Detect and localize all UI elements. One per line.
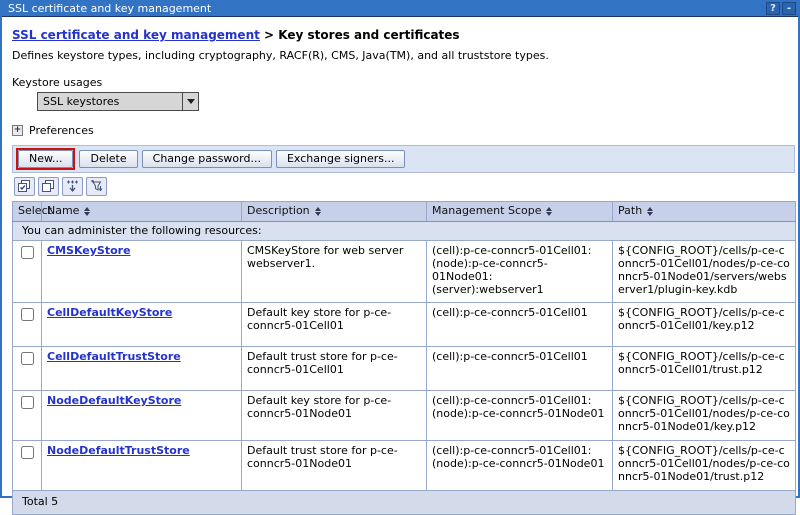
sort-icon[interactable] [546, 207, 552, 216]
row-select-cell [13, 303, 42, 347]
management-scope-cell: (cell):p-ce-conncr5-01Cell01 [427, 303, 613, 347]
keystore-name-cell: NodeDefaultKeyStore [42, 391, 242, 441]
row-select-checkbox[interactable] [21, 246, 34, 259]
exchange-signers-button[interactable]: Exchange signers... [276, 150, 406, 168]
management-scope-cell: (cell):p-ce-conncr5-01Cell01 [427, 347, 613, 391]
keystore-link[interactable]: CMSKeyStore [47, 244, 131, 257]
sort-icon[interactable] [84, 207, 90, 216]
table-row: CMSKeyStore CMSKeyStore for web server we… [13, 241, 796, 303]
preferences-label: Preferences [29, 124, 94, 137]
management-scope-cell: (cell):p-ce-conncr5-01Cell01: (node):p-c… [427, 441, 613, 491]
delete-button[interactable]: Delete [79, 150, 137, 168]
breadcrumb-current: Key stores and certificates [278, 28, 459, 42]
change-password-button[interactable]: Change password... [142, 150, 272, 168]
row-select-checkbox[interactable] [21, 396, 34, 409]
keystore-link[interactable]: NodeDefaultKeyStore [47, 394, 181, 407]
keystore-link[interactable]: CellDefaultTrustStore [47, 350, 181, 363]
window-titlebar: SSL certificate and key management ? - [2, 0, 798, 17]
table-button-bar: New... Delete Change password... Exchang… [12, 145, 795, 173]
breadcrumb-separator: > [264, 28, 274, 42]
table-row: CellDefaultTrustStore Default trust store… [13, 347, 796, 391]
keystore-description-cell: Default trust store for p-ce-conncr5-01N… [242, 441, 427, 491]
breadcrumb-link-ssl-management[interactable]: SSL certificate and key management [12, 28, 260, 42]
window-title: SSL certificate and key management [8, 2, 764, 15]
keystore-usages-label: Keystore usages [12, 76, 791, 89]
keystores-table: Select Name Description Management Scope… [12, 201, 796, 515]
keystore-name-cell: NodeDefaultTrustStore [42, 441, 242, 491]
help-button[interactable]: ? [766, 2, 780, 15]
table-caption-row: You can administer the following resourc… [13, 222, 796, 241]
keystore-description-cell: Default key store for p-ce-conncr5-01Nod… [242, 391, 427, 441]
row-select-cell [13, 441, 42, 491]
table-icon-toolbar [12, 173, 791, 201]
sort-icon[interactable] [647, 207, 653, 216]
table-caption: You can administer the following resourc… [13, 222, 796, 241]
sort-icon[interactable] [315, 207, 321, 216]
keystore-usages-select[interactable]: SSL keystores [37, 92, 199, 111]
column-header-description[interactable]: Description [242, 202, 427, 222]
keystore-name-cell: CellDefaultKeyStore [42, 303, 242, 347]
keystore-description-cell: Default key store for p-ce-conncr5-01Cel… [242, 303, 427, 347]
page-content: SSL certificate and key management > Key… [2, 17, 798, 515]
keystore-description-cell: CMSKeyStore for web server webserver1. [242, 241, 427, 303]
table-row: NodeDefaultTrustStore Default trust store… [13, 441, 796, 491]
keystore-path-cell: ${CONFIG_ROOT}/cells/p-ce-conncr5-01Cell… [613, 391, 796, 441]
deselect-all-icon[interactable] [38, 177, 59, 196]
keystore-path-cell: ${CONFIG_ROOT}/cells/p-ce-conncr5-01Cell… [613, 241, 796, 303]
column-header-management-scope[interactable]: Management Scope [427, 202, 613, 222]
clear-filter-icon[interactable] [86, 177, 107, 196]
column-header-path[interactable]: Path [613, 202, 796, 222]
table-row: NodeDefaultKeyStore Default key store for… [13, 391, 796, 441]
table-header: Select Name Description Management Scope… [13, 202, 796, 222]
row-select-checkbox[interactable] [21, 308, 34, 321]
keystore-link[interactable]: CellDefaultKeyStore [47, 306, 172, 319]
keystore-description-cell: Default trust store for p-ce-conncr5-01C… [242, 347, 427, 391]
keystore-path-cell: ${CONFIG_ROOT}/cells/p-ce-conncr5-01Cell… [613, 441, 796, 491]
row-select-cell [13, 391, 42, 441]
minimize-button[interactable]: - [782, 2, 796, 15]
keystore-name-cell: CellDefaultTrustStore [42, 347, 242, 391]
keystore-path-cell: ${CONFIG_ROOT}/cells/p-ce-conncr5-01Cell… [613, 347, 796, 391]
row-select-cell [13, 347, 42, 391]
new-button-highlight: New... [16, 148, 75, 170]
breadcrumb: SSL certificate and key management > Key… [12, 28, 791, 42]
management-scope-cell: (cell):p-ce-conncr5-01Cell01: (node):p-c… [427, 241, 613, 303]
new-button[interactable]: New... [18, 150, 73, 168]
column-header-name[interactable]: Name [42, 202, 242, 222]
keystore-usages-value: SSL keystores [38, 95, 182, 108]
dropdown-arrow-icon[interactable] [182, 93, 198, 110]
column-header-select: Select [13, 202, 42, 222]
row-select-cell [13, 241, 42, 303]
keystore-path-cell: ${CONFIG_ROOT}/cells/p-ce-conncr5-01Cell… [613, 303, 796, 347]
preferences-expander[interactable]: + Preferences [12, 124, 791, 137]
page-description: Defines keystore types, including crypto… [12, 49, 791, 62]
management-scope-cell: (cell):p-ce-conncr5-01Cell01: (node):p-c… [427, 391, 613, 441]
row-select-checkbox[interactable] [21, 446, 34, 459]
select-all-icon[interactable] [14, 177, 35, 196]
show-filter-icon[interactable] [62, 177, 83, 196]
keystore-link[interactable]: NodeDefaultTrustStore [47, 444, 190, 457]
table-total: Total 5 [13, 491, 796, 515]
expand-plus-icon[interactable]: + [12, 125, 23, 136]
table-row: CellDefaultKeyStore Default key store for… [13, 303, 796, 347]
keystore-name-cell: CMSKeyStore [42, 241, 242, 303]
row-select-checkbox[interactable] [21, 352, 34, 365]
table-footer-row: Total 5 [13, 491, 796, 515]
